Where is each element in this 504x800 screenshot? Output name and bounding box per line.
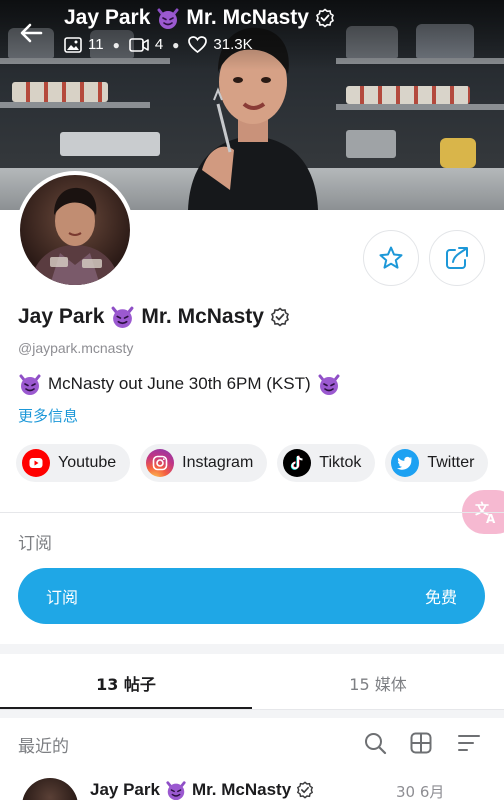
post-author-suffix: Mr. McNasty <box>191 780 292 799</box>
tray <box>346 130 396 158</box>
feed-toolbar: 最近的 <box>0 722 504 762</box>
video-camera-icon <box>129 37 149 52</box>
photo-count-value: 11 <box>88 36 104 53</box>
tab-media[interactable]: 15 媒体 <box>252 656 504 710</box>
content-tabs: 13 帖子 15 媒体 <box>0 656 504 710</box>
video-count: 4 <box>129 36 163 53</box>
profile-name: Jay Park Mr. McNasty <box>18 304 290 329</box>
header-name: Jay Park <box>64 6 151 29</box>
devil-emoji-icon <box>19 374 41 395</box>
sort-button[interactable] <box>456 730 482 756</box>
post-author-name: Jay Park Mr. McNasty <box>90 779 314 800</box>
subscribe-label: 订阅 <box>46 588 79 607</box>
link-label: Twitter <box>427 454 475 471</box>
link-label: Tiktok <box>319 454 362 471</box>
post-date: 30 6月 <box>396 783 445 800</box>
verified-badge-icon <box>297 781 314 799</box>
post-author-avatar[interactable] <box>22 778 78 800</box>
section-divider <box>0 512 504 513</box>
devil-emoji-icon <box>166 781 186 800</box>
back-button[interactable] <box>14 18 48 48</box>
subscription-heading: 订阅 <box>18 534 52 554</box>
instagram-icon <box>146 449 175 477</box>
tab-posts[interactable]: 13 帖子 <box>0 656 252 710</box>
share-button[interactable] <box>429 230 485 286</box>
header-suffix: Mr. McNasty <box>186 6 309 29</box>
tray <box>60 132 160 156</box>
star-icon <box>379 246 403 269</box>
video-count-value: 4 <box>154 36 164 53</box>
separator-dot: ● <box>112 37 120 52</box>
devil-emoji-icon <box>318 374 340 395</box>
share-icon <box>446 247 468 269</box>
grid-icon <box>410 732 432 754</box>
search-button[interactable] <box>362 730 388 756</box>
post-item[interactable]: Jay Park Mr. McNasty 30 6月 <box>0 774 504 800</box>
link-tiktok[interactable]: Tiktok <box>277 444 376 482</box>
link-twitter[interactable]: Twitter <box>385 444 489 482</box>
lemon-bowl <box>440 138 476 168</box>
post-author-text: Jay Park <box>90 780 160 799</box>
verified-badge-icon <box>270 306 289 327</box>
jar-row <box>346 86 470 104</box>
subscribe-price: 免费 <box>424 588 457 607</box>
grid-view-button[interactable] <box>408 730 434 756</box>
shelf <box>0 102 150 108</box>
section-separator <box>0 644 504 654</box>
profile-name-text: Jay Park <box>18 304 105 328</box>
header-stats: 11 ● 4 ● 31.3K <box>64 36 253 53</box>
favorite-button[interactable] <box>363 230 419 286</box>
youtube-icon <box>22 449 50 477</box>
bio-text: McNasty out June 30th 6PM (KST) <box>48 374 311 393</box>
link-instagram[interactable]: Instagram <box>140 444 268 482</box>
like-count-value: 31.3K <box>213 36 253 53</box>
sort-icon <box>458 735 480 751</box>
like-count: 31.3K <box>188 36 253 53</box>
top-bar: Jay Park Mr. McNasty 11 ● 4 ● 31.3K <box>0 0 504 64</box>
twitter-icon <box>391 449 420 477</box>
verified-badge-icon <box>315 8 334 28</box>
section-separator <box>0 710 504 718</box>
recent-label: 最近的 <box>18 737 69 757</box>
header-title: Jay Park Mr. McNasty <box>64 6 335 30</box>
social-links: Youtube Instagram Tiktok Twitter <box>16 444 489 482</box>
profile-handle: @jaypark.mcnasty <box>18 340 134 356</box>
heart-icon <box>188 36 208 53</box>
svg-text:A: A <box>486 512 496 525</box>
link-youtube[interactable]: Youtube <box>16 444 131 482</box>
search-icon <box>365 733 387 755</box>
profile-name-suffix: Mr. McNasty <box>141 304 264 328</box>
devil-emoji-icon <box>111 306 134 328</box>
profile-avatar[interactable] <box>16 171 134 289</box>
avatar-photo <box>30 187 120 285</box>
profile-bio: McNasty out June 30th 6PM (KST) <box>18 372 341 396</box>
subscribe-button[interactable]: 订阅 免费 <box>18 568 485 624</box>
separator-dot: ● <box>172 37 180 52</box>
image-icon <box>64 36 82 53</box>
devil-emoji-icon <box>157 8 179 29</box>
photo-count: 11 <box>64 36 104 53</box>
link-label: Instagram <box>182 454 254 471</box>
shelf <box>336 104 504 110</box>
more-info-link[interactable]: 更多信息 <box>18 405 78 426</box>
link-label: Youtube <box>58 454 117 471</box>
jar-row <box>12 82 108 102</box>
tiktok-icon <box>283 449 312 477</box>
arrow-left-icon <box>20 23 43 43</box>
avatar <box>20 175 130 285</box>
